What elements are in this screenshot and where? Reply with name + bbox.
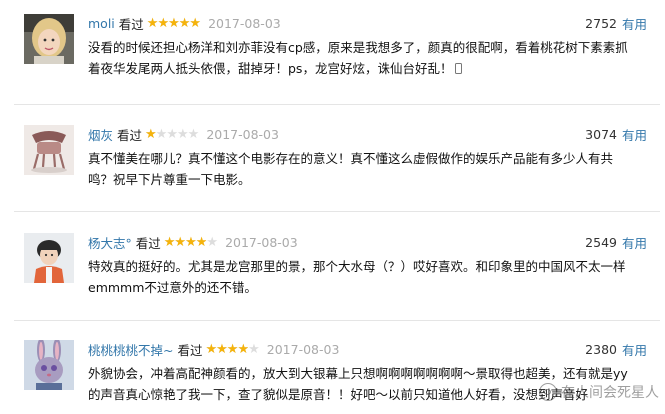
watermark-text: 在人间会死星人 (561, 385, 659, 401)
useful-button[interactable]: 有用 (622, 125, 647, 144)
review-line-wrap: 着夜华发尾两人抵头依偎，甜掉牙！ps，龙宫好炫，诛仙台好乱！ (88, 58, 653, 79)
watched-status: 看过 (135, 235, 161, 251)
review-line: 真不懂美在哪儿？真不懂这个电影存在的意义！真不懂这么虚假做作的娱乐产品能有多少人… (88, 151, 614, 166)
wechat-icon (539, 383, 557, 401)
divider (14, 104, 660, 105)
useful-vote: 2380 有用 (585, 340, 647, 358)
star-rating: ★★★★★★★★★★ (163, 234, 218, 250)
watched-status: 看过 (177, 342, 203, 358)
useful-vote: 2549 有用 (585, 233, 647, 251)
review-meta: 烟灰 看过 ★★★★★★★★★★ 2017-08-03 (88, 125, 279, 143)
divider (14, 320, 660, 321)
review-line: 着夜华发尾两人抵头依偎，甜掉牙！ps，龙宫好炫，诛仙台好乱！ (88, 61, 453, 76)
review-line: emmmm不过意外的还不错。 (88, 280, 257, 295)
review-meta: 桃桃桃桃不掉~ 看过 ★★★★★★★★★★ 2017-08-03 (88, 340, 339, 358)
useful-button[interactable]: 有用 (622, 233, 647, 252)
review-line: 鸣？祝早下片尊重一下电影。 (88, 172, 251, 187)
review-text: 真不懂美在哪儿？真不懂这个电影存在的意义！真不懂这么虚假做作的娱乐产品能有多少人… (88, 148, 653, 190)
star-rating: ★★★★★★★★★★ (146, 15, 201, 31)
avatar[interactable] (24, 340, 74, 390)
review-date: 2017-08-03 (208, 15, 281, 31)
watched-status: 看过 (117, 127, 143, 143)
useful-count: 2380 (585, 341, 617, 357)
review-line: 外貌协会，冲着高配神颜看的，放大到大银幕上只想啊啊啊啊啊啊啊～景取得也超美，还有… (88, 366, 628, 381)
star-rating: ★★★★★★★★★★ (205, 341, 260, 357)
star-rating: ★★★★★★★★★★ (145, 126, 199, 142)
review-date: 2017-08-03 (266, 341, 340, 357)
review-line: 特效真的挺好的。尤其是龙宫那里的景，那个大水母（？）哎好喜欢。和印象里的中国风不… (88, 259, 626, 274)
review-text: 特效真的挺好的。尤其是龙宫那里的景，那个大水母（？）哎好喜欢。和印象里的中国风不… (88, 256, 653, 298)
watermark: 在人间会死星人 (539, 382, 659, 402)
user-link[interactable]: 桃桃桃桃不掉~ (88, 340, 173, 359)
review-date: 2017-08-03 (206, 126, 279, 142)
avatar[interactable] (24, 233, 74, 283)
divider (14, 211, 660, 212)
useful-count: 2752 (585, 15, 617, 31)
useful-button[interactable]: 有用 (622, 340, 647, 359)
useful-count: 3074 (585, 126, 617, 142)
useful-button[interactable]: 有用 (622, 14, 647, 33)
avatar[interactable] (24, 14, 74, 64)
review-line: 没看的时候还担心杨洋和刘亦菲没有cp感，原来是我想多了，颜真的很配啊，看着桃花树… (88, 40, 628, 55)
review-text: 没看的时候还担心杨洋和刘亦菲没有cp感，原来是我想多了，颜真的很配啊，看着桃花树… (88, 37, 653, 79)
useful-vote: 2752 有用 (585, 14, 647, 32)
review-meta: 杨大志° 看过 ★★★★★★★★★★ 2017-08-03 (88, 233, 298, 251)
user-link[interactable]: 烟灰 (88, 125, 113, 144)
review-date: 2017-08-03 (225, 234, 298, 250)
useful-count: 2549 (585, 234, 617, 250)
useful-vote: 3074 有用 (585, 125, 647, 143)
phone-icon (455, 63, 463, 74)
watched-status: 看过 (118, 16, 144, 32)
review-meta: moli 看过 ★★★★★ ★★★★★ 2017-08-03 (88, 14, 281, 32)
avatar[interactable] (24, 125, 74, 175)
user-link[interactable]: 杨大志° (88, 233, 132, 252)
user-link[interactable]: moli (88, 16, 115, 31)
